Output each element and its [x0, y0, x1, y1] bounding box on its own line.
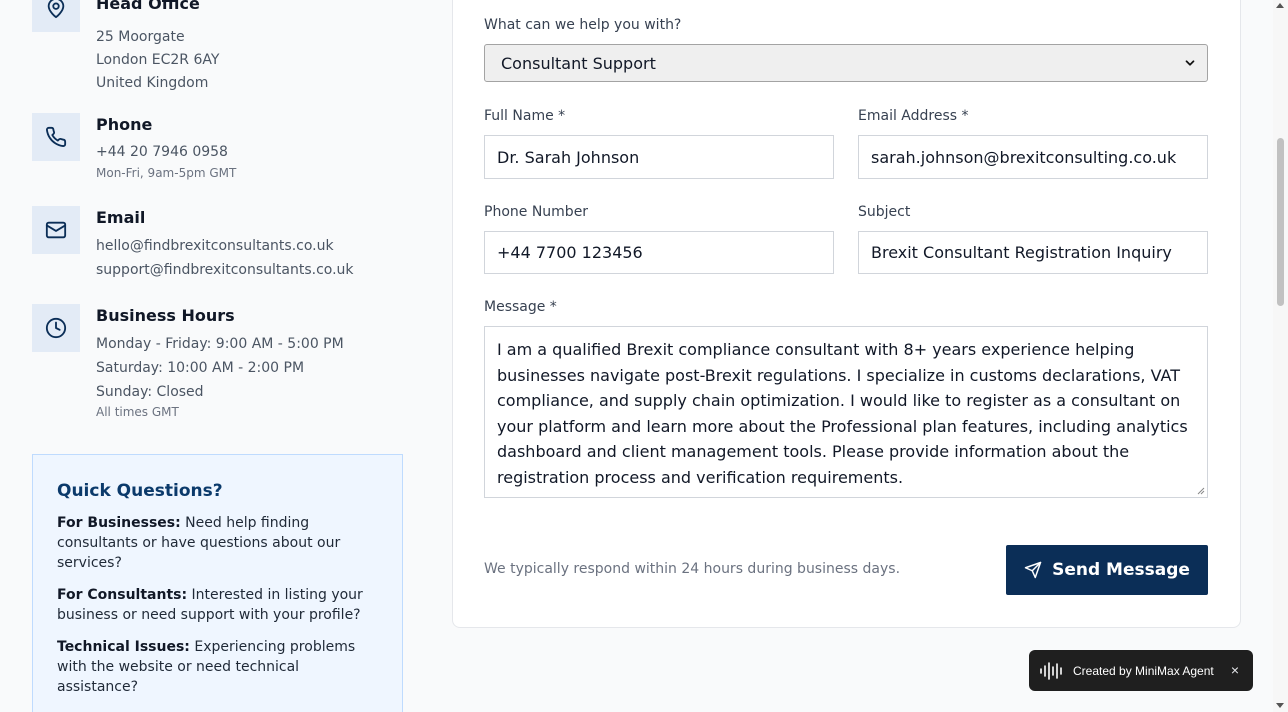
scroll-down-arrow-icon[interactable] [1276, 703, 1284, 708]
phone-item: Phone +44 20 7946 0958 Mon-Fri, 9am-5pm … [32, 113, 412, 183]
send-message-label: Send Message [1052, 560, 1190, 580]
minimax-agent-badge[interactable]: Created by MiniMax Agent × [1029, 650, 1253, 691]
address-line-1: 25 Moorgate [96, 29, 185, 45]
chevron-down-icon [1185, 60, 1195, 66]
phone-hours: Mon-Fri, 9am-5pm GMT [96, 166, 237, 180]
businesses-label: For Businesses: [57, 515, 181, 531]
message-text: I am a qualified Brexit compliance consu… [497, 340, 1188, 487]
address-line-3: United Kingdom [96, 75, 209, 91]
subject-input[interactable]: Brexit Consultant Registration Inquiry [858, 231, 1208, 274]
address-line-2: London EC2R 6AY [96, 52, 220, 68]
scroll-up-arrow-icon[interactable] [1276, 3, 1284, 8]
email-address-input[interactable]: sarah.johnson@brexitconsulting.co.uk [858, 135, 1208, 179]
hours-weekdays: Monday - Friday: 9:00 AM - 5:00 PM [96, 336, 344, 352]
quick-question-businesses: For Businesses: Need help finding consul… [57, 513, 378, 573]
mail-icon [32, 206, 80, 254]
head-office-title: Head Office [96, 0, 200, 13]
email-address-support[interactable]: support@findbrexitconsultants.co.uk [96, 259, 354, 281]
contact-form-card [452, 0, 1241, 628]
quick-question-technical: Technical Issues: Experiencing problems … [57, 637, 378, 697]
phone-icon [32, 113, 80, 161]
message-textarea[interactable]: I am a qualified Brexit compliance consu… [484, 326, 1208, 498]
badge-text: Created by MiniMax Agent [1073, 663, 1214, 678]
business-hours-item: Business Hours Monday - Friday: 9:00 AM … [32, 304, 412, 424]
quick-questions-panel: Quick Questions? For Businesses: Need he… [32, 454, 403, 712]
quick-questions-title: Quick Questions? [57, 481, 223, 501]
hours-saturday: Saturday: 10:00 AM - 2:00 PM [96, 360, 305, 376]
send-icon [1024, 561, 1042, 579]
head-office-item: Head Office 25 Moorgate London EC2R 6AY … [32, 0, 412, 91]
hours-note: All times GMT [96, 405, 179, 419]
business-hours-title: Business Hours [96, 306, 235, 325]
full-name-input[interactable]: Dr. Sarah Johnson [484, 135, 834, 179]
help-topic-select[interactable]: Consultant Support [484, 44, 1208, 82]
clock-icon [32, 304, 80, 352]
phone-number-input[interactable]: +44 7700 123456 [484, 231, 834, 274]
quick-question-consultants: For Consultants: Interested in listing y… [57, 585, 378, 625]
help-topic-selected: Consultant Support [501, 53, 656, 73]
send-message-button[interactable]: Send Message [1006, 545, 1208, 595]
email-item: Email hello@findbrexitconsultants.co.uk … [32, 206, 412, 286]
help-topic-label: What can we help you with? [484, 17, 682, 33]
sound-wave-icon [1039, 661, 1065, 681]
email-address-label: Email Address * [858, 108, 969, 124]
scrollbar-thumb[interactable] [1277, 138, 1284, 306]
response-time-note: We typically respond within 24 hours dur… [484, 561, 901, 577]
phone-number[interactable]: +44 20 7946 0958 [96, 141, 236, 163]
technical-label: Technical Issues: [57, 639, 190, 655]
phone-title: Phone [96, 115, 153, 134]
consultants-label: For Consultants: [57, 587, 188, 603]
phone-number-label: Phone Number [484, 204, 589, 220]
close-icon[interactable]: × [1231, 662, 1239, 678]
resize-grip-icon[interactable] [1195, 485, 1205, 495]
email-address-hello[interactable]: hello@findbrexitconsultants.co.uk [96, 235, 354, 257]
subject-label: Subject [858, 204, 911, 220]
page-scrollbar[interactable] [1273, 0, 1288, 712]
full-name-label: Full Name * [484, 108, 566, 124]
message-label: Message * [484, 299, 557, 315]
email-title: Email [96, 208, 146, 227]
hours-sunday: Sunday: Closed [96, 384, 204, 400]
map-pin-icon [32, 0, 80, 32]
